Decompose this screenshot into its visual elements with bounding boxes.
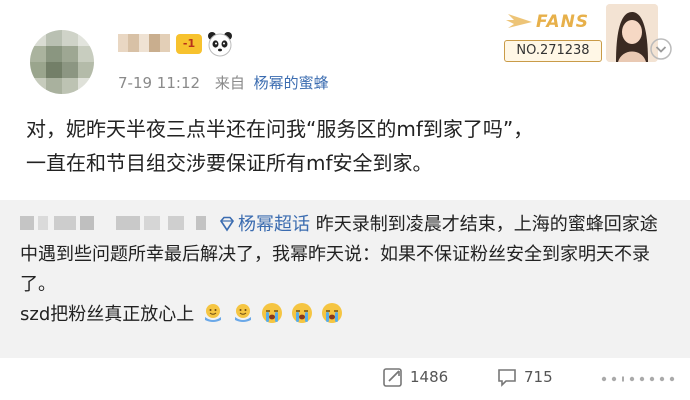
crying-emoji <box>292 303 313 323</box>
repost-text-b: szd把粉丝真正放心上 <box>20 304 195 325</box>
username-blurred[interactable] <box>118 34 171 52</box>
action-bar: 1486 715 <box>0 358 690 400</box>
fans-number: NO.271238 <box>504 40 602 62</box>
panda-icon <box>208 32 232 57</box>
repost-content: 杨幂超话 昨天录制到凌晨才结束，上海的蜜蜂回家途中遇到些问题所幸最后解决了，我幂… <box>20 210 670 330</box>
hugging-emoji <box>205 304 221 322</box>
post-header: -1 7-19 11:12 来自 杨幂的蜜蜂 FANS NO.271238 <box>0 0 690 100</box>
crying-emoji <box>321 303 342 323</box>
repost-icon <box>383 368 402 387</box>
crying-emoji <box>262 303 283 323</box>
source-label: 来自 <box>214 74 245 92</box>
post-text-line-1: 对，妮昨天半夜三点半还在问我“服务区的mf到家了吗”， <box>26 117 534 141</box>
fans-title: FANS <box>536 12 590 32</box>
more-dots-icon[interactable] <box>600 372 682 386</box>
source-link[interactable]: 杨幂的蜜蜂 <box>254 74 329 92</box>
post-time[interactable]: 7-19 11:12 <box>118 74 200 92</box>
avatar[interactable] <box>30 30 94 94</box>
diamond-icon <box>219 216 235 232</box>
post-meta: 7-19 11:12 来自 杨幂的蜜蜂 <box>118 72 329 93</box>
vip-badge: -1 <box>176 34 202 54</box>
post-body: 对，妮昨天半夜三点半还在问我“服务区的mf到家了吗”， 一直在和节目组交涉要保证… <box>26 112 676 180</box>
post-text-line-2: 一直在和节目组交涉要保证所有mf安全到家。 <box>26 151 433 175</box>
wing-icon <box>506 14 532 28</box>
topic-link[interactable]: 杨幂超话 <box>218 214 310 235</box>
repost-button[interactable]: 1486 <box>382 366 448 388</box>
original-author-blurred[interactable] <box>20 214 212 232</box>
comment-count: 715 <box>524 368 553 386</box>
topic-name: 杨幂超话 <box>238 214 310 235</box>
hugging-emoji <box>234 304 251 322</box>
repost-box[interactable]: 杨幂超话 昨天录制到凌晨才结束，上海的蜜蜂回家途中遇到些问题所幸最后解决了，我幂… <box>0 200 690 358</box>
comment-button[interactable]: 715 <box>496 366 553 388</box>
comment-icon <box>498 369 516 387</box>
chevron-down-icon[interactable] <box>650 38 672 60</box>
repost-count: 1486 <box>410 368 449 386</box>
avatar-mosaic <box>30 30 94 94</box>
